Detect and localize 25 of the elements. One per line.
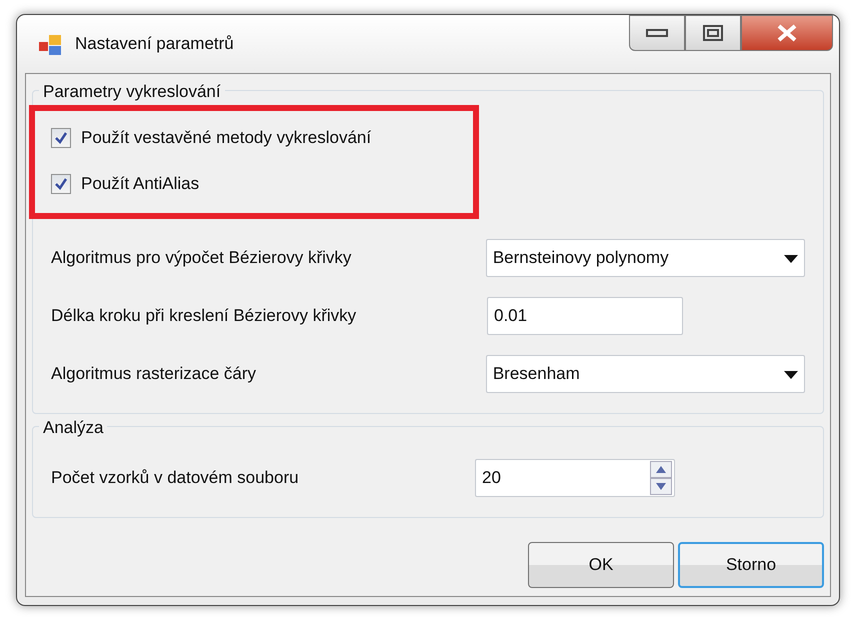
field-label: Délka kroku při kreslení Bézierovy křivky [51,305,358,328]
maximize-button[interactable] [685,15,741,51]
dialog-button[interactable]: Storno [678,542,824,588]
maximize-icon [703,25,723,41]
dropdown-arrow-icon [784,254,798,263]
dropdown[interactable]: Bernsteinovy polynomy [486,239,805,277]
minimize-button[interactable] [629,15,685,51]
dropdown-arrow-icon [784,370,798,379]
checkbox[interactable] [51,128,71,148]
checkbox[interactable] [51,174,71,194]
dropdown[interactable]: Bresenham [486,355,805,393]
checkbox-label: Použít AntiAlias [81,173,200,196]
close-button[interactable] [741,15,833,51]
field-label: Počet vzorků v datovém souboru [51,467,300,490]
app-icon [39,34,63,56]
number-spinner[interactable]: 20 [475,459,675,497]
dialog-button[interactable]: OK [528,542,674,588]
field-label: Algoritmus rasterizace čáry [51,363,258,386]
field-label: Algoritmus pro výpočet Bézierovy křivky [51,247,352,270]
minimize-icon [646,28,668,38]
close-icon [776,24,798,42]
checkbox-label: Použít vestavěné metody vykreslování [81,127,372,150]
spinner-arrows-icon[interactable] [650,461,672,495]
text-field[interactable]: 0.01 [487,297,683,335]
window-title: Nastavení parametrů [75,33,234,56]
